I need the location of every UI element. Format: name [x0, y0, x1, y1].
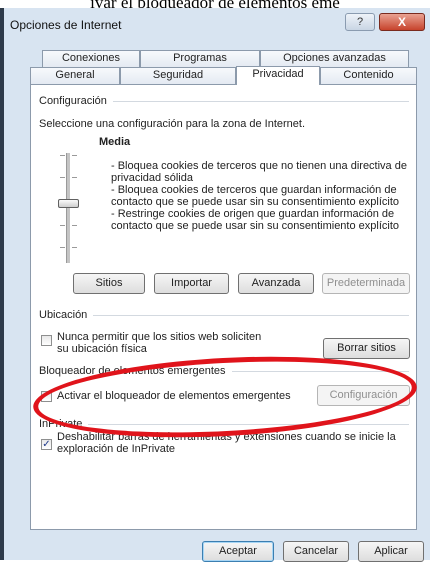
- tab-opciones-avanzadas[interactable]: Opciones avanzadas: [260, 50, 409, 67]
- predeterminada-button[interactable]: Predeterminada: [322, 273, 410, 294]
- slider-tick: [72, 177, 77, 178]
- config-heading: Configuración: [39, 95, 113, 107]
- slider-tick: [60, 177, 65, 178]
- tab-general[interactable]: General: [30, 67, 120, 84]
- borrar-sitios-button[interactable]: Borrar sitios: [323, 338, 410, 359]
- privacy-panel: Configuración Seleccione una configuraci…: [30, 84, 417, 530]
- tab-programas[interactable]: Programas: [140, 50, 260, 67]
- privacy-slider-track[interactable]: [66, 153, 70, 263]
- slider-tick: [72, 225, 77, 226]
- title-bar: Opciones de Internet ? X: [4, 8, 430, 36]
- tab-contenido[interactable]: Contenido: [320, 67, 417, 84]
- privacy-level-label: Media: [99, 136, 131, 148]
- config-bullet: contacto que se puede usar sin su consen…: [111, 196, 400, 208]
- config-bullet: - Bloquea cookies de terceros que no tie…: [111, 160, 407, 172]
- avanzada-button[interactable]: Avanzada: [238, 273, 314, 294]
- window-title: Opciones de Internet: [10, 18, 122, 32]
- tab-privacidad[interactable]: Privacidad: [236, 66, 320, 85]
- importar-button[interactable]: Importar: [154, 273, 229, 294]
- tab-conexiones[interactable]: Conexiones: [42, 50, 140, 67]
- inprivate-checkbox[interactable]: ✓: [41, 439, 52, 450]
- privacy-slider-thumb[interactable]: [58, 199, 79, 208]
- inprivate-checkbox-label: exploración de InPrivate: [57, 443, 176, 455]
- location-heading: Ubicación: [39, 309, 94, 321]
- location-group-line: [39, 315, 409, 316]
- slider-tick: [60, 247, 65, 248]
- aplicar-button[interactable]: Aplicar: [358, 541, 424, 562]
- config-bullet: privacidad sólida: [111, 172, 193, 184]
- location-checkbox-label: Nunca permitir que los sitios web solici…: [57, 331, 262, 343]
- slider-tick: [60, 155, 65, 156]
- internet-options-window: Opciones de Internet ? X Conexiones Prog…: [0, 8, 430, 562]
- config-instruction: Seleccione una configuración para la zon…: [39, 118, 306, 130]
- config-bullet: - Bloquea cookies de terceros que guarda…: [111, 184, 397, 196]
- close-button[interactable]: X: [379, 13, 425, 31]
- cancelar-button[interactable]: Cancelar: [283, 541, 349, 562]
- config-bullet: - Restringe cookies de origen que guarda…: [111, 208, 395, 220]
- tab-seguridad[interactable]: Seguridad: [120, 67, 236, 84]
- sitios-button[interactable]: Sitios: [73, 273, 145, 294]
- aceptar-button[interactable]: Aceptar: [202, 541, 274, 562]
- slider-tick: [72, 247, 77, 248]
- help-button[interactable]: ?: [345, 13, 375, 31]
- location-checkbox[interactable]: [41, 335, 52, 346]
- slider-tick: [72, 155, 77, 156]
- location-checkbox-label: su ubicación física: [57, 343, 147, 355]
- slider-tick: [60, 225, 65, 226]
- config-bullet: contacto que se puede usar sin su consen…: [111, 220, 400, 232]
